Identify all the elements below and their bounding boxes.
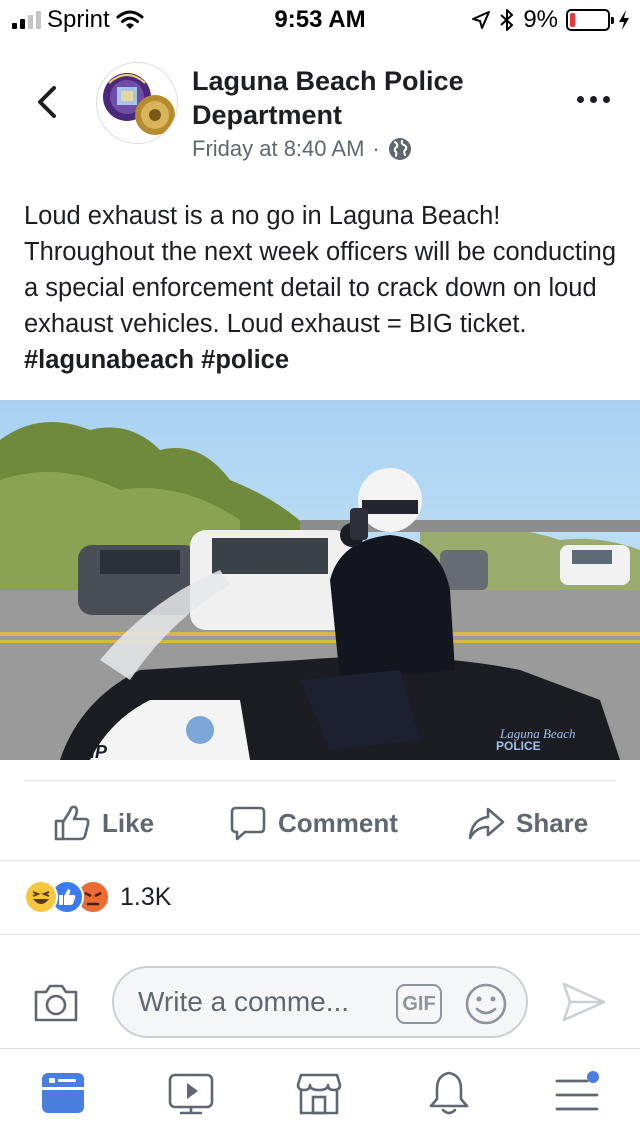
back-chevron-icon[interactable]	[28, 82, 68, 122]
divider	[24, 780, 616, 781]
comment-bubble-icon	[230, 806, 266, 841]
location-arrow-icon	[472, 11, 491, 29]
divider	[0, 860, 640, 861]
watch-icon	[168, 1073, 214, 1115]
bluetooth-icon	[500, 9, 514, 31]
post-text: Loud exhaust is a no go in Laguna Beach!…	[24, 202, 617, 338]
comment-label: Comment	[278, 807, 398, 838]
like-button[interactable]: Like	[52, 790, 154, 856]
battery-icon	[566, 9, 614, 31]
status-bar: Sprint 9:53 AM 9%	[0, 0, 640, 40]
share-button[interactable]: Share	[466, 790, 588, 856]
bike-front-label: MP	[80, 742, 108, 760]
hashtag-link[interactable]: #police	[201, 346, 289, 374]
tab-notifications[interactable]	[424, 1067, 474, 1119]
post-body: Loud exhaust is a no go in Laguna Beach!…	[24, 198, 620, 378]
battery-percent: 9%	[523, 6, 558, 33]
thumbs-up-icon	[54, 805, 90, 841]
bike-police-label: POLICE	[496, 739, 541, 753]
divider	[0, 934, 640, 935]
comment-placeholder: Write a comme...	[138, 986, 350, 1017]
reaction-summary[interactable]: 1.3K	[24, 880, 171, 914]
tab-menu[interactable]	[552, 1067, 602, 1119]
send-icon[interactable]	[560, 980, 608, 1024]
post-header: Laguna Beach Police Department Friday at…	[0, 56, 640, 166]
like-label: Like	[102, 807, 155, 838]
tab-news-feed[interactable]	[38, 1067, 88, 1119]
bottom-tab-bar	[0, 1048, 640, 1136]
camera-icon[interactable]	[32, 980, 80, 1024]
reaction-count[interactable]: 1.3K	[120, 883, 171, 912]
page-avatar[interactable]	[96, 62, 178, 144]
news-feed-icon	[42, 1073, 84, 1113]
share-label: Share	[516, 807, 589, 838]
status-right-group: 9%	[471, 6, 630, 34]
share-arrow-icon	[468, 807, 505, 840]
comment-composer: Write a comme... GIF	[0, 966, 640, 1038]
charging-bolt-icon	[619, 10, 629, 30]
post-photo[interactable]: Laguna Beach POLICE MP	[0, 400, 640, 760]
comment-input[interactable]: Write a comme... GIF	[112, 966, 528, 1038]
notifications-icon	[429, 1071, 469, 1115]
more-options-icon[interactable]	[577, 96, 610, 103]
gif-button[interactable]: GIF	[396, 984, 442, 1024]
marketplace-icon	[296, 1073, 342, 1115]
tab-watch[interactable]	[166, 1067, 216, 1119]
comment-button[interactable]: Comment	[228, 790, 398, 856]
menu-icon	[555, 1071, 599, 1111]
post-meta: Friday at 8:40 AM ·	[192, 136, 412, 162]
haha-icon	[24, 880, 58, 914]
police-logo-icon	[97, 63, 177, 143]
page-name[interactable]: Laguna Beach Police Department	[192, 64, 522, 132]
post-actions: Like Comment Share	[0, 790, 640, 856]
hashtag-link[interactable]: #lagunabeach	[24, 346, 194, 374]
globe-icon	[388, 138, 411, 160]
meta-separator: ·	[372, 136, 380, 161]
emoji-icon[interactable]	[464, 982, 508, 1026]
post-timestamp[interactable]: Friday at 8:40 AM	[192, 136, 364, 162]
tab-marketplace[interactable]	[294, 1067, 344, 1119]
photo-illustration: Laguna Beach POLICE MP	[0, 400, 640, 760]
